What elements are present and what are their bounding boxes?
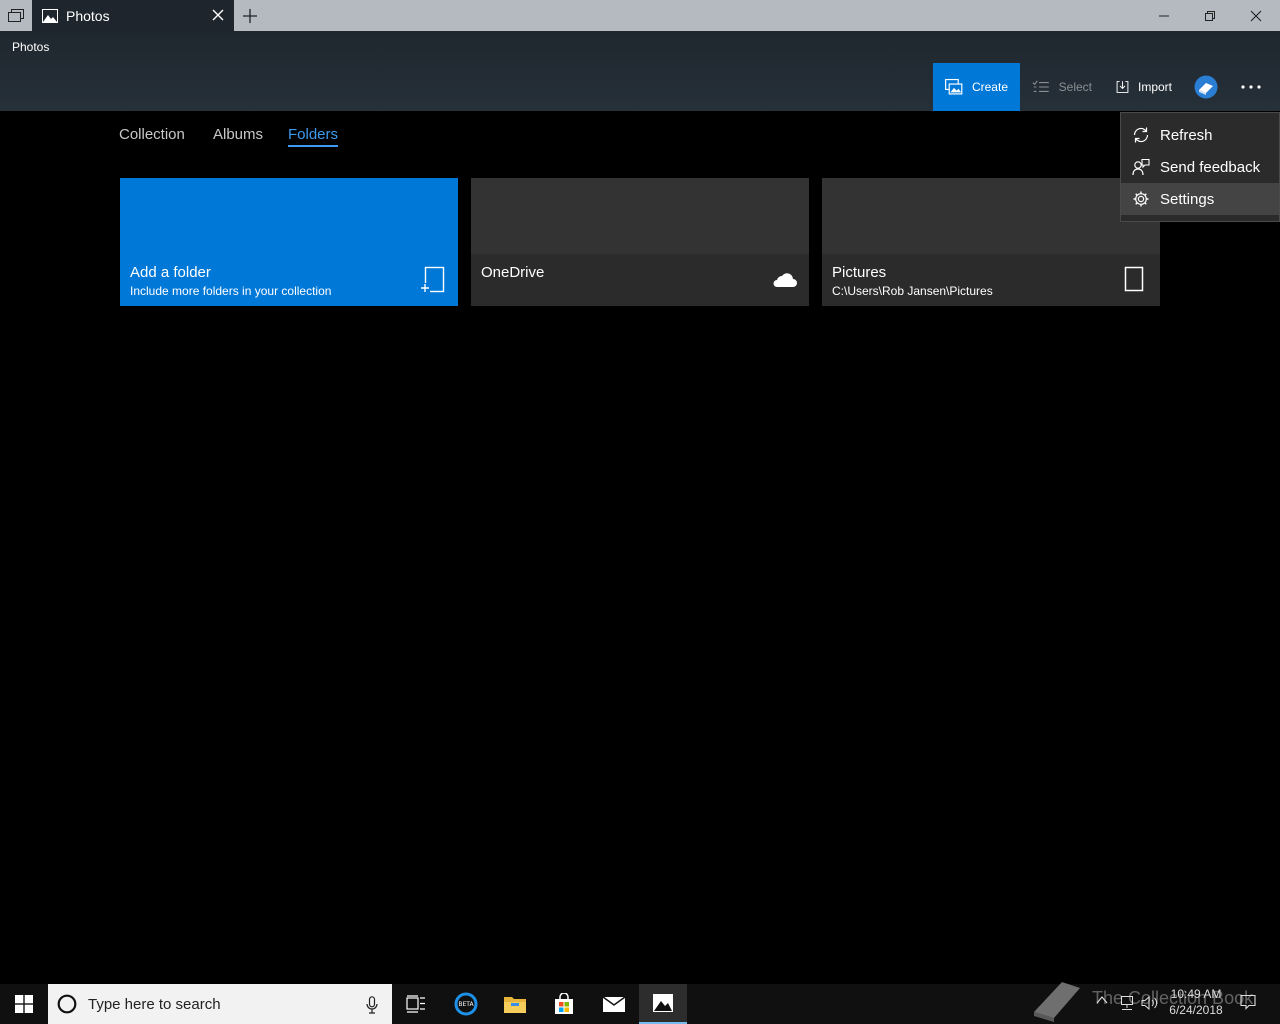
tabs-icon bbox=[8, 8, 24, 22]
close-window-button[interactable] bbox=[1233, 0, 1279, 31]
windows-logo-icon bbox=[15, 995, 33, 1013]
clock-date: 6/24/2018 bbox=[1169, 1003, 1223, 1017]
menu-item-label: Refresh bbox=[1160, 126, 1213, 144]
task-view-button[interactable] bbox=[392, 984, 440, 1024]
more-options-menu: Refresh Send feedback Settings bbox=[1120, 112, 1280, 222]
photos-app-icon bbox=[653, 994, 673, 1012]
onedrive-tile[interactable]: OneDrive bbox=[471, 178, 809, 306]
account-button[interactable] bbox=[1184, 63, 1228, 111]
store-app-button[interactable] bbox=[540, 984, 588, 1024]
chevron-up-icon[interactable] bbox=[1096, 994, 1108, 1006]
task-view-icon bbox=[406, 995, 425, 1013]
tab-title: Photos bbox=[66, 7, 110, 24]
mail-app-button[interactable] bbox=[590, 984, 638, 1024]
tab-photos[interactable]: Photos bbox=[32, 0, 234, 31]
add-folder-icon bbox=[420, 266, 445, 293]
title-bar: Photos bbox=[0, 0, 1280, 31]
menu-item-settings[interactable]: Settings bbox=[1121, 183, 1279, 215]
notifications-icon[interactable] bbox=[1240, 994, 1256, 1010]
menu-item-send-feedback[interactable]: Send feedback bbox=[1121, 151, 1279, 183]
taskbar: Type here to search BETA The Collection … bbox=[0, 982, 1280, 1024]
clock-time: 10:49 AM bbox=[1170, 987, 1222, 1001]
import-icon bbox=[1116, 81, 1129, 93]
select-list-icon bbox=[1032, 80, 1049, 92]
more-options-button[interactable] bbox=[1228, 63, 1274, 111]
close-icon bbox=[212, 9, 224, 21]
file-explorer-button[interactable] bbox=[491, 984, 539, 1024]
microphone-icon[interactable] bbox=[366, 996, 378, 1014]
folder-icon bbox=[504, 997, 526, 1013]
tile-title: OneDrive bbox=[481, 264, 545, 281]
create-icon bbox=[945, 78, 963, 95]
import-label: Import bbox=[1137, 80, 1172, 94]
start-button[interactable] bbox=[0, 984, 48, 1024]
plus-icon bbox=[243, 9, 257, 23]
tab-albums[interactable]: Albums bbox=[213, 126, 263, 143]
new-tab-button[interactable] bbox=[240, 6, 260, 26]
import-button[interactable]: Import bbox=[1104, 63, 1184, 111]
tile-subtitle: Include more folders in your collection bbox=[130, 284, 332, 298]
minimize-icon bbox=[1159, 15, 1169, 16]
create-label: Create bbox=[971, 80, 1008, 94]
store-icon bbox=[555, 993, 573, 1014]
create-button[interactable]: Create bbox=[933, 63, 1020, 111]
search-placeholder: Type here to search bbox=[88, 996, 221, 1013]
restore-button[interactable] bbox=[1187, 0, 1233, 31]
taskbar-clock[interactable]: 10:49 AM 6/24/2018 bbox=[1160, 986, 1232, 1018]
minimize-button[interactable] bbox=[1141, 0, 1187, 31]
photos-app-button[interactable] bbox=[639, 984, 687, 1024]
menu-item-refresh[interactable]: Refresh bbox=[1121, 119, 1279, 151]
toolbar: Create Select Import bbox=[933, 63, 1274, 111]
add-folder-tile[interactable]: Add a folder Include more folders in you… bbox=[120, 178, 458, 306]
refresh-icon bbox=[1133, 127, 1149, 143]
close-icon bbox=[1250, 10, 1262, 21]
gear-icon bbox=[1133, 191, 1149, 207]
select-button[interactable]: Select bbox=[1020, 63, 1104, 111]
tab-collection[interactable]: Collection bbox=[119, 126, 185, 143]
menu-item-label: Send feedback bbox=[1160, 158, 1261, 176]
edge-icon: BETA bbox=[454, 992, 478, 1016]
tab-folders[interactable]: Folders bbox=[288, 126, 339, 147]
avatar bbox=[1194, 75, 1218, 99]
app-title: Photos bbox=[12, 40, 50, 54]
select-label: Select bbox=[1058, 80, 1092, 94]
menu-item-label: Settings bbox=[1160, 190, 1215, 208]
cortana-icon bbox=[57, 994, 77, 1014]
app-header: Photos Create Select Import bbox=[0, 31, 1280, 111]
tile-title: Pictures bbox=[832, 264, 887, 281]
cloud-icon bbox=[773, 273, 797, 287]
tile-subtitle: C:\Users\Rob Jansen\Pictures bbox=[832, 284, 993, 298]
pictures-tile[interactable]: Pictures C:\Users\Rob Jansen\Pictures bbox=[822, 178, 1160, 306]
taskbar-search-box[interactable]: Type here to search bbox=[48, 984, 392, 1024]
svg-text:BETA: BETA bbox=[458, 1001, 474, 1008]
device-icon bbox=[1124, 266, 1144, 292]
ellipsis-icon bbox=[1241, 85, 1261, 89]
edge-app-button[interactable]: BETA bbox=[442, 984, 490, 1024]
tab-close-button[interactable] bbox=[210, 7, 226, 23]
feedback-icon bbox=[1132, 158, 1150, 176]
book-logo-icon bbox=[1034, 982, 1080, 1022]
tab-switcher-button[interactable] bbox=[0, 0, 32, 31]
restore-icon bbox=[1205, 10, 1215, 21]
photos-app-icon bbox=[42, 8, 58, 23]
mail-icon bbox=[602, 996, 626, 1012]
tile-title: Add a folder bbox=[130, 264, 211, 281]
volume-icon[interactable] bbox=[1141, 995, 1159, 1011]
network-icon[interactable] bbox=[1118, 995, 1136, 1011]
